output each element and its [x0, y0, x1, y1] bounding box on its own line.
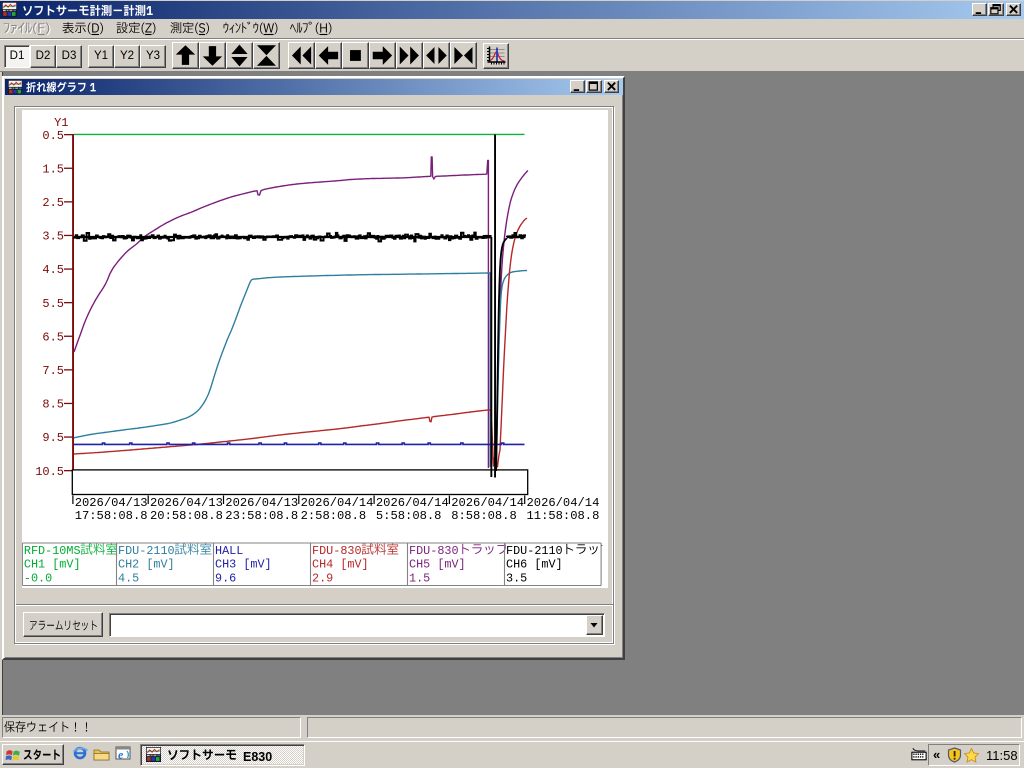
svg-text:1.5: 1.5 [409, 571, 430, 585]
svg-text:2:58:08.8: 2:58:08.8 [300, 509, 366, 523]
svg-text:CH1 [mV]: CH1 [mV] [23, 557, 80, 571]
svg-text:FDU-830: FDU-830 [312, 544, 362, 558]
svg-text:2026/04/14: 2026/04/14 [375, 496, 448, 510]
svg-text:2.5: 2.5 [42, 196, 64, 210]
svg-text:8:58:08.8: 8:58:08.8 [451, 509, 517, 523]
svg-text:e: e [118, 748, 124, 762]
svg-text:17:58:08.8: 17:58:08.8 [74, 509, 147, 523]
svg-text:1.5: 1.5 [42, 162, 64, 176]
svg-text:CH3 [mV]: CH3 [mV] [215, 557, 272, 571]
svg-text:3.5: 3.5 [42, 230, 64, 244]
svg-text:23:58:08.8: 23:58:08.8 [225, 509, 298, 523]
svg-text:2026/04/14: 2026/04/14 [300, 496, 373, 510]
svg-text:2026/04/14: 2026/04/14 [451, 496, 524, 510]
svg-text:8.5: 8.5 [42, 398, 64, 412]
svg-text:4.5: 4.5 [42, 263, 64, 277]
svg-text:7.5: 7.5 [42, 364, 64, 378]
svg-text:CH2 [mV]: CH2 [mV] [118, 557, 175, 571]
svg-text:4.5: 4.5 [118, 571, 139, 585]
svg-text:2026/04/13: 2026/04/13 [150, 496, 223, 510]
svg-text:FDU-2110: FDU-2110 [118, 544, 175, 558]
svg-text:9.5: 9.5 [42, 431, 64, 445]
svg-text:FDU-2110: FDU-2110 [506, 544, 563, 558]
svg-text:5.5: 5.5 [42, 297, 64, 311]
svg-text:CH5 [mV]: CH5 [mV] [409, 557, 466, 571]
svg-text:20:58:08.8: 20:58:08.8 [150, 509, 223, 523]
svg-text:CH6 [mV]: CH6 [mV] [506, 557, 563, 571]
svg-text:6.5: 6.5 [42, 330, 64, 344]
svg-text:HALL: HALL [215, 544, 243, 558]
svg-text:0.5: 0.5 [42, 129, 64, 143]
svg-text:10.5: 10.5 [35, 465, 64, 479]
svg-text:2026/04/13: 2026/04/13 [225, 496, 298, 510]
svg-text:2.9: 2.9 [312, 571, 333, 585]
svg-text:11:58:08.8: 11:58:08.8 [526, 509, 599, 523]
svg-text:3.5: 3.5 [506, 571, 527, 585]
svg-text:2026/04/13: 2026/04/13 [74, 496, 147, 510]
svg-text:2026/04/14: 2026/04/14 [526, 496, 599, 510]
svg-text:RFD-10MS: RFD-10MS [23, 544, 80, 558]
svg-text:CH4 [mV]: CH4 [mV] [312, 557, 369, 571]
svg-text:-0.0: -0.0 [23, 571, 51, 585]
svg-text:9.6: 9.6 [215, 571, 236, 585]
svg-text:5:58:08.8: 5:58:08.8 [375, 509, 441, 523]
svg-text:FDU-830: FDU-830 [409, 544, 459, 558]
